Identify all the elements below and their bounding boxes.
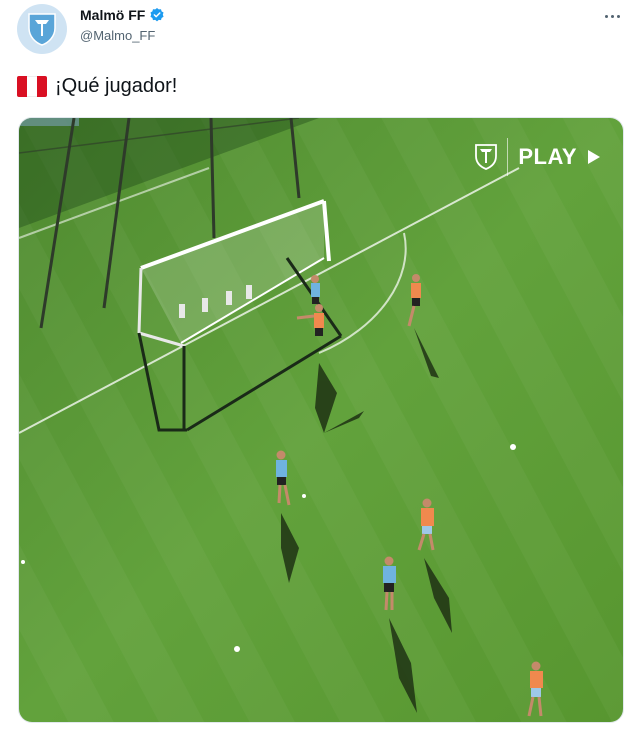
author-name-row: Malmö FF [80, 7, 165, 23]
play-label: PLAY [518, 144, 577, 169]
malmo-ff-crest-icon [475, 144, 498, 170]
peru-flag-icon [17, 76, 47, 97]
more-dot [616, 14, 620, 18]
tweet-text-content: ¡Qué jugador! [55, 75, 178, 97]
player-sky-blue [311, 275, 320, 304]
overlay-divider [507, 138, 509, 176]
more-dot [610, 14, 614, 18]
profile-avatar[interactable] [17, 4, 67, 54]
more-options-button[interactable] [600, 4, 624, 28]
play-arrow-icon [588, 150, 600, 164]
play-overlay[interactable]: PLAY [475, 138, 601, 176]
tweet-card: Malmö FF @Malmo_FF ¡Qué jugador! PLAY [0, 0, 640, 730]
more-dot [604, 14, 608, 18]
malmo-crest-icon [28, 13, 56, 46]
display-name[interactable]: Malmö FF [80, 7, 145, 23]
verified-badge-icon [150, 8, 164, 22]
video-media[interactable]: PLAY [18, 117, 624, 723]
user-handle[interactable]: @Malmo_FF [80, 28, 155, 43]
football-training-video-frame [19, 118, 623, 722]
tweet-text: ¡Qué jugador! [17, 75, 177, 98]
